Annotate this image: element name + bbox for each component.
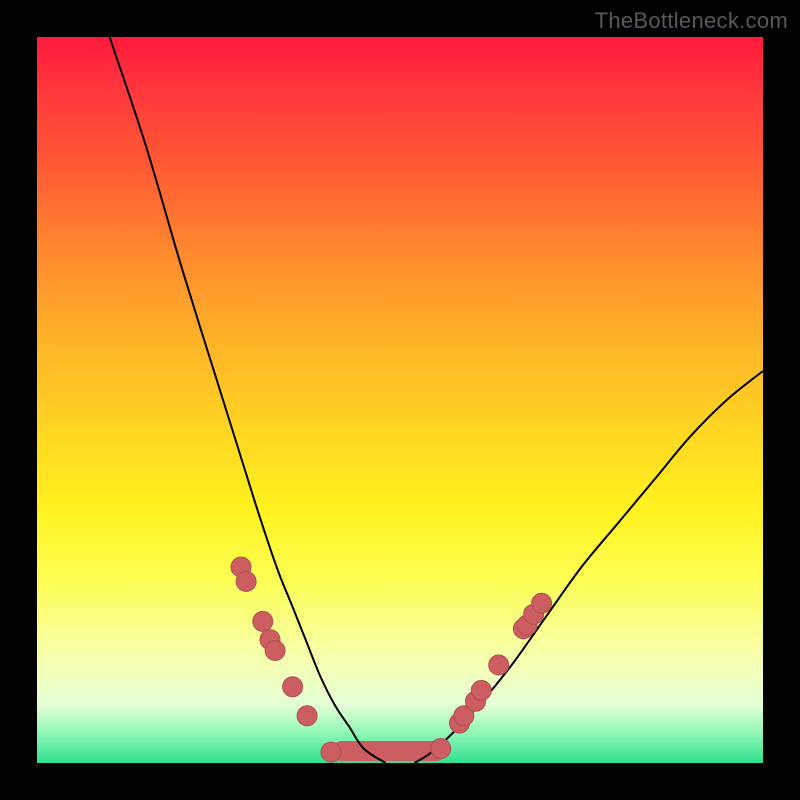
data-dot-left-1: [236, 572, 256, 592]
data-dot-right-5: [489, 655, 509, 675]
chart-svg: [37, 37, 763, 763]
data-dot-right-0: [431, 739, 451, 759]
data-dot-left-6: [297, 706, 317, 726]
data-dot-right-4: [471, 680, 491, 700]
data-dot-left-5: [283, 677, 303, 697]
data-dot-right-9: [532, 593, 552, 613]
data-dot-left-7: [321, 742, 341, 762]
plot-area: [37, 37, 763, 763]
data-dot-left-4: [265, 641, 285, 661]
watermark-text: TheBottleneck.com: [595, 8, 788, 34]
curve-left-branch: [110, 37, 386, 763]
data-dot-left-2: [253, 611, 273, 631]
chart-frame: TheBottleneck.com: [0, 0, 800, 800]
